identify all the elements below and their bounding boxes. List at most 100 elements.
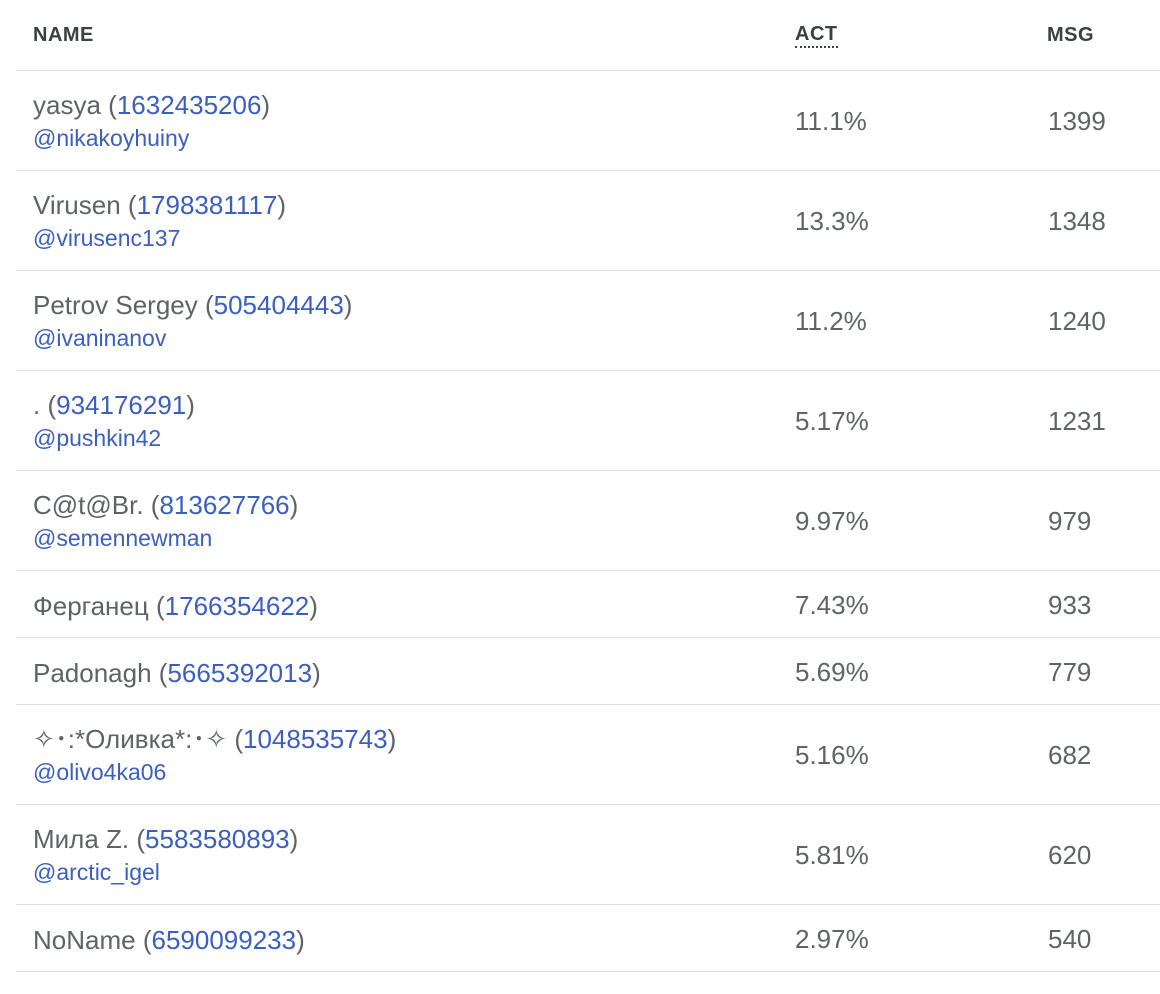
paren-open: ( (100, 90, 117, 120)
member-name-line: Мила Z. (5583580893) (33, 823, 298, 855)
member-id-link[interactable]: 505404443 (214, 290, 344, 320)
member-display-name: Мила Z. (33, 824, 130, 854)
member-username-link[interactable]: @semennewman (33, 523, 298, 553)
member-activity-cell: 5.81% (795, 840, 869, 870)
member-name-cell: Virusen (1798381117) @virusenc137 (33, 189, 286, 253)
paren-close: ) (343, 290, 353, 320)
member-name-line: NoName (6590099233) (33, 924, 305, 956)
member-username-link[interactable]: @arctic_igel (33, 857, 298, 887)
member-id-link[interactable]: 1798381117 (137, 190, 278, 220)
table-row: Padonagh (5665392013) 5.69% 779 (16, 638, 1160, 705)
member-messages-cell: 1240 (1048, 306, 1106, 336)
paren-open: ( (40, 390, 57, 420)
member-id-link[interactable]: 5665392013 (167, 658, 312, 688)
member-name-line: Padonagh (5665392013) (33, 657, 321, 689)
paren-close: ) (387, 724, 397, 754)
member-messages-cell: 682 (1048, 740, 1092, 770)
member-name-line: yasya (1632435206) (33, 89, 270, 121)
member-activity-cell: 9.97% (795, 506, 869, 536)
member-display-name: NoName (33, 925, 136, 955)
member-name-cell: Padonagh (5665392013) (33, 657, 321, 689)
member-activity-cell: 13.3% (795, 206, 869, 236)
member-username-link[interactable]: @pushkin42 (33, 423, 195, 453)
member-name-line: ✧･:*Оливка*:･✧ (1048535743) (33, 723, 396, 755)
paren-close: ) (277, 190, 286, 220)
member-username-link[interactable]: @olivo4ka06 (33, 757, 396, 787)
table-row: Virusen (1798381117) @virusenc137 13.3% 134… (16, 171, 1160, 271)
member-id-link[interactable]: 1766354622 (165, 591, 310, 621)
member-id-link[interactable]: 1048535743 (243, 724, 388, 754)
column-header-name[interactable]: NAME (33, 24, 94, 47)
paren-open: ( (151, 658, 168, 688)
paren-open: ( (143, 490, 160, 520)
column-header-msg[interactable]: MSG (1047, 24, 1094, 47)
member-name-line: Ферганец (1766354622) (33, 590, 318, 622)
member-display-name: yasya (33, 90, 101, 120)
member-id-link[interactable]: 6590099233 (151, 925, 296, 955)
table-header: NAME ACT MSG (16, 0, 1160, 71)
member-display-name: C@t@Br. (33, 490, 144, 520)
member-name-line: Virusen (1798381117) (33, 189, 286, 221)
member-activity-cell: 5.16% (795, 740, 869, 770)
paren-open: ( (135, 925, 152, 955)
member-id-link[interactable]: 5583580893 (145, 824, 290, 854)
member-messages-cell: 1399 (1048, 106, 1106, 136)
member-activity-cell: 2.97% (795, 924, 869, 954)
member-messages-cell: 933 (1048, 590, 1092, 620)
paren-open: ( (197, 290, 214, 320)
paren-close: ) (312, 658, 321, 688)
table-row: ✧･:*Оливка*:･✧ (1048535743) @olivo4ka06 5.… (16, 705, 1160, 805)
table-body: yasya (1632435206) @nikakoyhuiny 11.1% 1399… (16, 71, 1160, 972)
member-name-line: Petrov Sergey (505404443) (33, 289, 352, 321)
table-row: . (934176291) @pushkin42 5.17% 1231 (16, 371, 1160, 471)
member-activity-cell: 7.43% (795, 590, 869, 620)
member-name-cell: . (934176291) @pushkin42 (33, 389, 195, 453)
member-display-name: Petrov Sergey (33, 290, 198, 320)
table-row: Ферганец (1766354622) 7.43% 933 (16, 571, 1160, 638)
member-name-cell: Мила Z. (5583580893) @arctic_igel (33, 823, 298, 887)
member-display-name: Virusen (33, 190, 121, 220)
member-messages-cell: 540 (1048, 924, 1092, 954)
table-row: C@t@Br. (813627766) @semennewman 9.97% 979 (16, 471, 1160, 571)
member-name-cell: NoName (6590099233) (33, 924, 305, 956)
member-name-cell: yasya (1632435206) @nikakoyhuiny (33, 89, 270, 153)
table-row: Petrov Sergey (505404443) @ivaninanov 11.2… (16, 271, 1160, 371)
member-name-line: . (934176291) (33, 389, 195, 421)
member-name-cell: ✧･:*Оливка*:･✧ (1048535743) @olivo4ka06 (33, 723, 396, 787)
member-activity-cell: 5.69% (795, 657, 869, 687)
member-activity-cell: 11.1% (795, 106, 867, 136)
member-name-line: C@t@Br. (813627766) (33, 489, 298, 521)
member-username-link[interactable]: @ivaninanov (33, 323, 352, 353)
paren-close: ) (289, 824, 299, 854)
paren-open: ( (129, 824, 146, 854)
paren-open: ( (148, 591, 165, 621)
member-display-name: Ферганец (33, 591, 149, 621)
member-display-name: Padonagh (33, 658, 152, 688)
member-messages-cell: 620 (1048, 840, 1092, 870)
paren-open: ( (120, 190, 137, 220)
paren-close: ) (186, 390, 195, 420)
paren-close: ) (289, 490, 299, 520)
member-display-name: ✧･:*Оливка*:･✧ (33, 724, 228, 754)
table-row: NoName (6590099233) 2.97% 540 (16, 905, 1160, 972)
table-row: Мила Z. (5583580893) @arctic_igel 5.81% 620 (16, 805, 1160, 905)
member-username-link[interactable]: @virusenc137 (33, 223, 286, 253)
paren-open: ( (227, 724, 243, 754)
member-id-link[interactable]: 813627766 (159, 490, 289, 520)
member-id-link[interactable]: 934176291 (56, 390, 186, 420)
member-id-link[interactable]: 1632435206 (117, 90, 262, 120)
column-header-act[interactable]: ACT (795, 24, 838, 48)
paren-close: ) (261, 90, 271, 120)
member-username-link[interactable]: @nikakoyhuiny (33, 123, 270, 153)
member-activity-cell: 5.17% (795, 406, 869, 436)
paren-close: ) (309, 591, 318, 621)
member-name-cell: Petrov Sergey (505404443) @ivaninanov (33, 289, 352, 353)
paren-close: ) (296, 925, 305, 955)
member-name-cell: Ферганец (1766354622) (33, 590, 318, 622)
table-row: yasya (1632435206) @nikakoyhuiny 11.1% 1399 (16, 71, 1160, 171)
member-messages-cell: 779 (1048, 657, 1092, 687)
member-messages-cell: 1231 (1048, 406, 1106, 436)
member-messages-cell: 1348 (1048, 206, 1106, 236)
member-activity-cell: 11.2% (795, 306, 867, 336)
members-table: NAME ACT MSG yasya (1632435206) @nikakoyh… (16, 0, 1160, 972)
